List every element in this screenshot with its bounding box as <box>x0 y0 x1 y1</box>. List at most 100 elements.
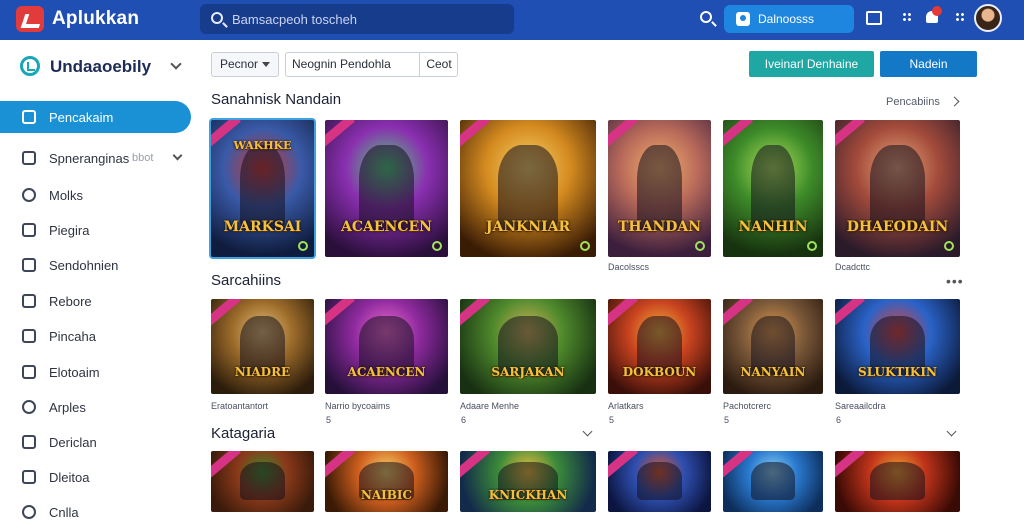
chevron-down-icon[interactable] <box>946 426 957 437</box>
game-meta: Dacolsscs <box>608 262 650 272</box>
game-title: NIADRE <box>234 364 291 379</box>
search-box[interactable] <box>200 4 514 34</box>
character-figure <box>751 461 795 500</box>
character-figure <box>870 144 925 230</box>
search-icon[interactable] <box>700 11 712 23</box>
game-title: NAIBIC <box>360 488 413 503</box>
game-count: 5 <box>326 415 332 425</box>
game-card[interactable]: DHAEODAIN <box>835 120 960 257</box>
see-all-link[interactable]: Pencabiins <box>886 96 940 108</box>
box-icon <box>22 294 36 308</box>
home-icon <box>22 110 36 124</box>
sidebar-item[interactable]: Sendohnien <box>0 249 190 281</box>
top-bar: Aplukkan Dalnoosss <box>0 0 1024 40</box>
game-card[interactable]: SLUKTIKIN <box>835 299 960 394</box>
sidebar-item-label: Pencakaim <box>49 110 114 125</box>
game-card[interactable]: NAIBIC <box>325 451 448 512</box>
game-title: DHAEODAIN <box>846 219 949 236</box>
game-title: SARJAKAN <box>491 364 565 379</box>
game-title: ACAENCEN <box>341 219 432 236</box>
search-icon <box>211 12 223 24</box>
apps-grid-icon[interactable] <box>902 12 912 22</box>
game-meta: Arlatkars <box>608 401 644 411</box>
sidebar-item[interactable]: Elotoaim <box>0 356 190 388</box>
sidebar-item[interactable]: Dericlan <box>0 426 190 458</box>
sidebar-item[interactable]: Arples <box>0 391 190 423</box>
game-card[interactable]: KNICKHAN <box>460 451 596 512</box>
game-meta: Sareaailcdra <box>835 401 886 411</box>
user-avatar[interactable] <box>974 4 1002 32</box>
game-card[interactable] <box>835 451 960 512</box>
character-figure <box>359 144 414 230</box>
status-badge-icon <box>580 241 590 251</box>
sidebar-item-label: Sendohnien <box>49 258 119 273</box>
brand-logo-icon <box>20 56 40 76</box>
app-logo-icon[interactable] <box>16 6 44 32</box>
sidebar-item-label: Pincaha <box>49 329 96 344</box>
game-title: MARKSAI <box>223 219 302 236</box>
download-button[interactable]: Dalnoosss <box>724 5 854 33</box>
sidebar-item-label: Dericlan <box>49 435 97 450</box>
sidebar-item-label: Rebore <box>49 294 92 309</box>
game-card[interactable]: MARKSAI WAKHKE <box>209 118 316 259</box>
download-icon <box>736 12 750 26</box>
game-card[interactable]: NANHIN <box>723 120 823 257</box>
more-options-icon[interactable]: ••• <box>946 273 964 289</box>
game-card[interactable]: SARJAKAN <box>460 299 596 394</box>
character-figure <box>239 461 286 500</box>
layers-icon <box>22 151 36 165</box>
download-button-label: Dalnoosss <box>758 12 815 26</box>
workspace-name[interactable]: Undaaoebily <box>50 57 151 77</box>
sidebar-item-label: Cnlla <box>49 505 79 520</box>
monitor-icon[interactable] <box>866 11 882 25</box>
sidebar-item[interactable]: Pencakaim <box>0 101 191 133</box>
secondary-action-button[interactable]: Iveinarl Denhaine <box>749 51 874 77</box>
game-card[interactable] <box>211 451 314 512</box>
sidebar-item[interactable]: Piegira <box>0 214 190 246</box>
tag-icon <box>22 329 36 343</box>
game-card[interactable]: DOKBOUN <box>608 299 711 394</box>
game-card[interactable]: ACAENCEN <box>325 120 448 257</box>
user-icon <box>22 258 36 272</box>
chevron-right-icon[interactable] <box>949 96 960 107</box>
user-icon <box>22 365 36 379</box>
sidebar-item[interactable]: Cnlla <box>0 496 190 528</box>
gift-icon <box>22 435 36 449</box>
game-title: NANHIN <box>738 219 808 236</box>
game-card[interactable]: THANDAN <box>608 120 711 257</box>
game-card[interactable] <box>723 451 823 512</box>
filter-select[interactable]: Pecnor <box>211 52 279 77</box>
sidebar-item[interactable]: Spneranginas bbot <box>0 142 190 174</box>
sidebar-item[interactable]: Pincaha <box>0 320 190 352</box>
game-count: 6 <box>836 415 842 425</box>
character-figure <box>636 144 683 230</box>
game-count: 5 <box>609 415 615 425</box>
game-card[interactable]: NIADRE <box>211 299 314 394</box>
more-options-icon[interactable] <box>955 12 965 22</box>
chevron-down-icon[interactable] <box>582 426 593 437</box>
game-card[interactable]: NANYAIN <box>723 299 823 394</box>
chevron-down-icon[interactable] <box>172 150 183 161</box>
sidebar-item[interactable]: Rebore <box>0 285 190 317</box>
section-title: Sanahnisk Nandain <box>211 91 342 108</box>
game-title: DOKBOUN <box>622 364 697 379</box>
game-meta: Dcadcttc <box>835 262 871 272</box>
sidebar-item[interactable]: Molks <box>0 179 190 211</box>
sidebar-item-label: Molks <box>49 188 83 203</box>
primary-action-button[interactable]: Nadein <box>880 51 977 77</box>
sidebar-item-label: Dleitoa <box>49 470 90 485</box>
game-meta: Eratoantantort <box>211 401 269 411</box>
game-card[interactable]: JANKNIAR <box>460 120 596 257</box>
character-figure <box>239 144 286 230</box>
sidebar-item[interactable]: Dleitoa <box>0 461 190 493</box>
section-title: Sarcahiins <box>211 272 282 289</box>
game-card[interactable] <box>608 451 711 512</box>
game-card[interactable]: ACAENCEN <box>325 299 448 394</box>
status-badge-icon <box>807 241 817 251</box>
game-subtitle: WAKHKE <box>233 139 292 153</box>
search-input[interactable] <box>232 4 502 34</box>
chevron-down-icon[interactable] <box>170 58 182 70</box>
filter-clear-button[interactable]: Ceot <box>419 52 458 77</box>
character-figure <box>636 461 683 500</box>
circle-icon <box>22 400 36 414</box>
